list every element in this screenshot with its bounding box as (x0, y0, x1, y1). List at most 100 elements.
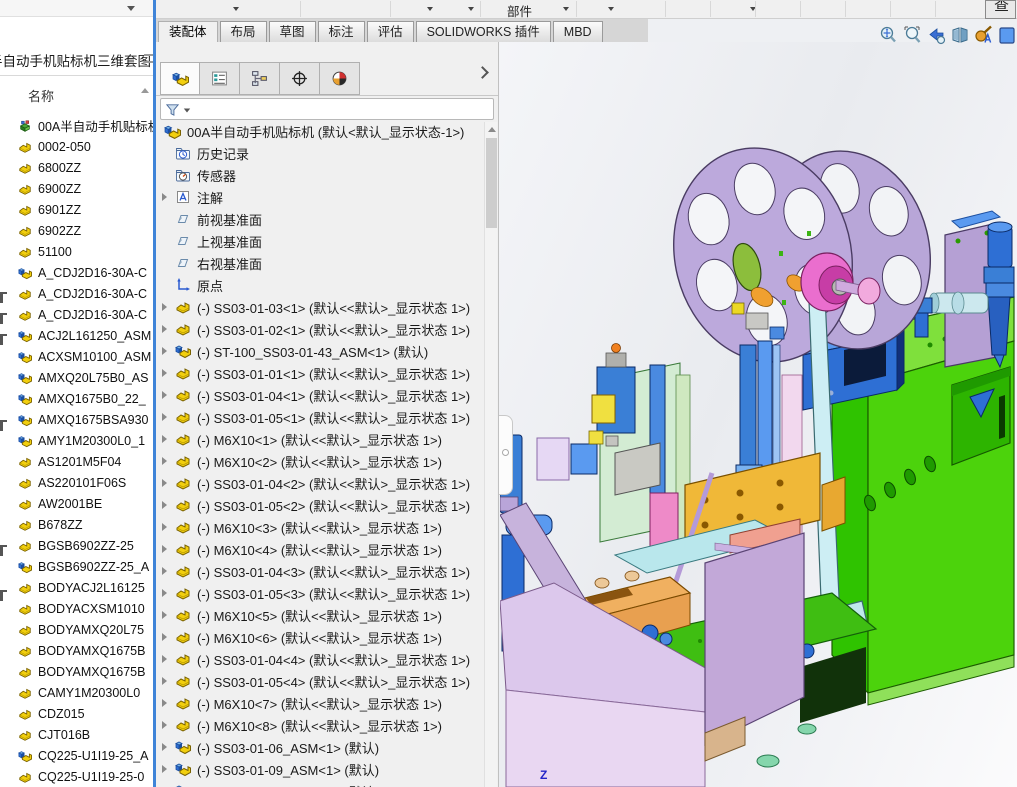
list-item[interactable]: BGSB6902ZZ-25_A (0, 556, 153, 577)
tree-item[interactable]: (-) SS03-01-02<1> (默认<<默认>_显示状态 1>) (156, 318, 484, 340)
rebuild-button[interactable]: 查 (985, 0, 1016, 19)
tree-item[interactable]: (-) SS03-01-05<4> (默认<<默认>_显示状态 1>) (156, 670, 484, 692)
list-item[interactable]: 6902ZZ (0, 220, 153, 241)
list-item[interactable]: AMY1M20300L0_1 (0, 430, 153, 451)
expand-arrow-icon[interactable] (162, 325, 167, 333)
tree-item[interactable]: (-) SS03-01-04<3> (默认<<默认>_显示状态 1>) (156, 560, 484, 582)
list-item[interactable]: 0002-050 (0, 136, 153, 157)
list-item[interactable]: BODYACJ2L16125 (0, 577, 153, 598)
panel-splitter-handle[interactable] (499, 415, 513, 495)
expand-arrow-icon[interactable] (162, 545, 167, 553)
list-item[interactable]: ACJ2L161250_ASM (0, 325, 153, 346)
ribbon-tab[interactable]: 草图 (269, 21, 316, 42)
ribbon-tab[interactable]: 标注 (318, 21, 365, 42)
list-item[interactable]: CQ225-U1I19-25-0 (0, 766, 153, 787)
list-item[interactable]: B678ZZ (0, 514, 153, 535)
tree-item[interactable]: (-) M6X10<2> (默认<<默认>_显示状态 1>) (156, 450, 484, 472)
zoom-fit-icon[interactable] (878, 25, 898, 45)
list-item[interactable]: BODYACXSM1010 (0, 598, 153, 619)
filter-dropdown-icon[interactable] (184, 109, 190, 113)
list-item[interactable]: BODYAMXQ1675B (0, 661, 153, 682)
expand-arrow-icon[interactable] (162, 611, 167, 619)
list-item[interactable]: 00A半自动手机贴标机 (0, 115, 153, 136)
expand-arrow-icon[interactable] (162, 479, 167, 487)
expand-arrow-icon[interactable] (162, 589, 167, 597)
list-item[interactable]: AMXQ1675B0_22_ (0, 388, 153, 409)
tree-item[interactable]: (-) SS03-01-04<2> (默认<<默认>_显示状态 1>) (156, 472, 484, 494)
list-item[interactable]: A_CDJ2D16-30A-C (0, 304, 153, 325)
section-view-icon[interactable] (950, 25, 970, 45)
ribbon-tab[interactable]: 装配体 (158, 21, 218, 42)
tree-item[interactable]: (-) M6X10<8> (默认<<默认>_显示状态 1>) (156, 714, 484, 736)
scrollbar-thumb[interactable] (486, 138, 497, 228)
tree-scrollbar[interactable] (484, 122, 497, 787)
list-item[interactable]: AW2001BE (0, 493, 153, 514)
expand-arrow-icon[interactable] (162, 501, 167, 509)
tree-item[interactable]: (-) M6X10<5> (默认<<默认>_显示状态 1>) (156, 604, 484, 626)
tree-item[interactable]: (-) M6X10<6> (默认<<默认>_显示状态 1>) (156, 626, 484, 648)
list-item[interactable]: 6901ZZ (0, 199, 153, 220)
list-view-icon[interactable] (144, 54, 153, 63)
list-item[interactable]: BODYAMXQ20L75 (0, 619, 153, 640)
tree-item[interactable]: 上视基准面 (156, 230, 484, 252)
tree-item[interactable]: (-) SS03-01-09_ASM<1> (默认) (156, 758, 484, 780)
tab-displaymanager[interactable] (320, 62, 360, 95)
tree-root-item[interactable]: 00A半自动手机贴标机 (默认<默认_显示状态-1>) (156, 120, 484, 142)
list-item[interactable]: A_CDJ2D16-30A-C (0, 262, 153, 283)
previous-view-icon[interactable] (926, 25, 946, 45)
list-item[interactable]: AS1201M5F04 (0, 451, 153, 472)
ribbon-tab[interactable]: 评估 (367, 21, 414, 42)
toolbar-dropdown-icon[interactable] (233, 7, 239, 11)
tree-item[interactable]: (-) SS03-01-05<1> (默认<<默认>_显示状态 1>) (156, 406, 484, 428)
tree-item[interactable]: (-) SS03-01-03<1> (默认<<默认>_显示状态 1>) (156, 296, 484, 318)
list-item[interactable]: 6900ZZ (0, 178, 153, 199)
tree-item[interactable]: (-) SS03-01-05<2> (默认<<默认>_显示状态 1>) (156, 494, 484, 516)
tab-featuremanager-tree[interactable] (160, 62, 200, 95)
tree-item[interactable]: (-) SS03-01-04<1> (默认<<默认>_显示状态 1>) (156, 384, 484, 406)
list-item[interactable]: AMXQ1675BSA930 (0, 409, 153, 430)
document-partial-icon[interactable] (998, 25, 1017, 45)
tree-item[interactable]: (-) SS03-01-05<3> (默认<<默认>_显示状态 1>) (156, 582, 484, 604)
tree-filter-box[interactable] (160, 98, 494, 120)
assembly-3d-model[interactable] (500, 45, 1016, 787)
list-item[interactable]: CQ225-U1I19-25_A (0, 745, 153, 766)
expand-arrow-icon[interactable] (162, 435, 167, 443)
expand-arrow-icon[interactable] (162, 413, 167, 421)
expand-arrow-icon[interactable] (162, 567, 167, 575)
tree-item[interactable]: (-) M6X10<7> (默认<<默认>_显示状态 1>) (156, 692, 484, 714)
tab-configurationmanager[interactable] (240, 62, 280, 95)
tree-item[interactable]: 传感器 (156, 164, 484, 186)
expand-arrow-icon[interactable] (162, 193, 167, 201)
expand-arrow-icon[interactable] (162, 765, 167, 773)
expand-arrow-icon[interactable] (162, 391, 167, 399)
toolbar-dropdown-icon[interactable] (127, 6, 135, 11)
list-item[interactable]: A_CDJ2D16-30A-C (0, 283, 153, 304)
list-item[interactable]: 51100 (0, 241, 153, 262)
expand-arrow-icon[interactable] (162, 457, 167, 465)
zoom-area-icon[interactable] (902, 25, 922, 45)
tree-item[interactable]: 右视基准面 (156, 252, 484, 274)
tree-item[interactable]: (-) ST-100_SS03-01-43_ASM<1> (默认) (156, 340, 484, 362)
list-item[interactable]: CDZ015 (0, 703, 153, 724)
list-item[interactable]: AMXQ20L75B0_AS (0, 367, 153, 388)
list-item[interactable]: BGSB6902ZZ-25 (0, 535, 153, 556)
list-item[interactable]: BODYAMXQ1675B (0, 640, 153, 661)
list-item[interactable]: ACXSM10100_ASM (0, 346, 153, 367)
edit-appearance-icon[interactable] (974, 25, 994, 45)
tree-item[interactable]: (-) SS03-01-10_ASM<1> (默认) (156, 780, 484, 787)
tab-propertymanager[interactable] (200, 62, 240, 95)
ribbon-tab[interactable]: SOLIDWORKS 插件 (416, 21, 551, 42)
component-toolbar-label[interactable]: 部件 (507, 1, 532, 20)
ribbon-tab[interactable]: MBD (553, 21, 603, 42)
sort-ascending-icon[interactable] (141, 88, 149, 93)
ribbon-tab[interactable]: 布局 (220, 21, 267, 42)
tree-item[interactable]: (-) SS03-01-01<1> (默认<<默认>_显示状态 1>) (156, 362, 484, 384)
expand-arrow-icon[interactable] (162, 303, 167, 311)
tab-dimxpertmanager[interactable] (280, 62, 320, 95)
toolbar-dropdown-icon[interactable] (563, 7, 569, 11)
tree-item[interactable]: (-) SS03-01-06_ASM<1> (默认) (156, 736, 484, 758)
tree-item[interactable]: 注解 (156, 186, 484, 208)
tree-item[interactable]: (-) M6X10<4> (默认<<默认>_显示状态 1>) (156, 538, 484, 560)
expand-arrow-icon[interactable] (162, 677, 167, 685)
expand-arrow-icon[interactable] (162, 347, 167, 355)
